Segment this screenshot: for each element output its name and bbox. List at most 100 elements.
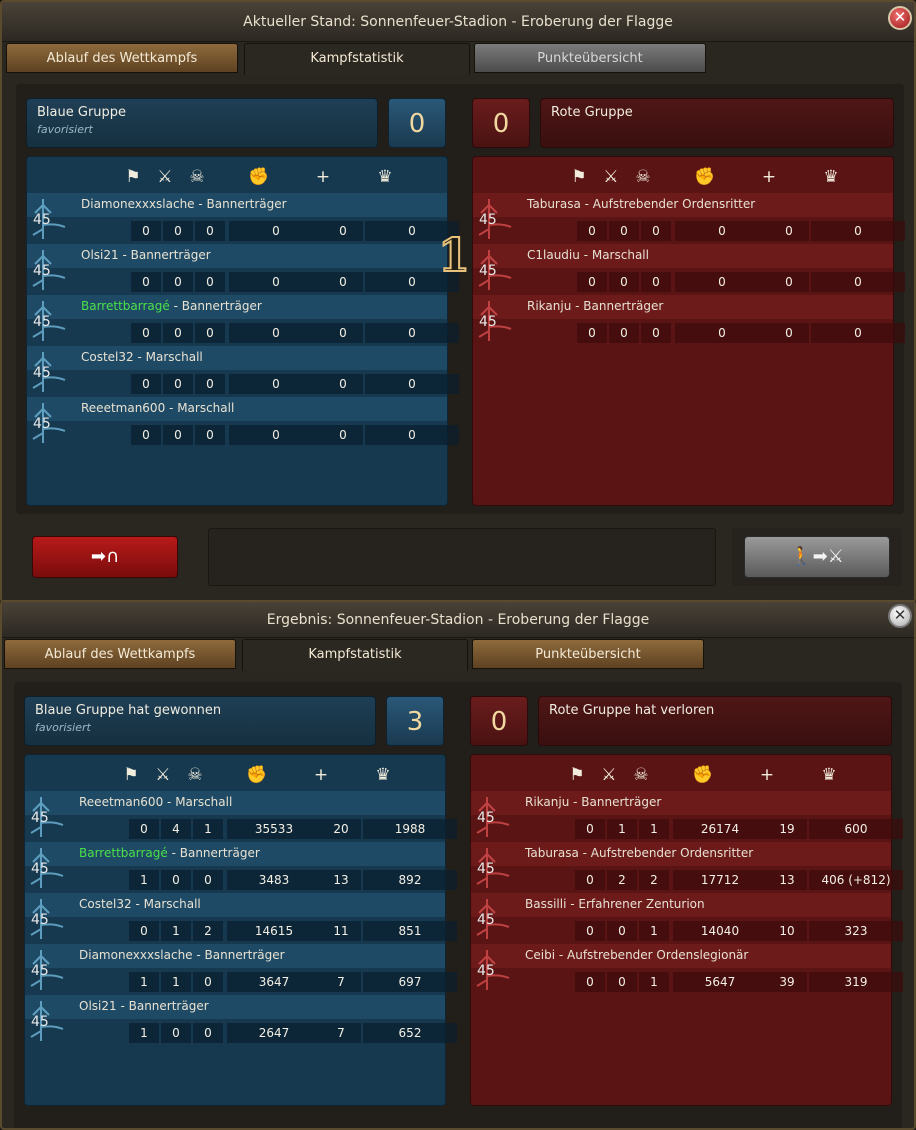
stat-damage: 14040 (673, 921, 767, 941)
stat-damage: 2647 (227, 1023, 321, 1043)
player-name[interactable]: Taburasa (527, 197, 581, 211)
stat-heals: 7 (321, 972, 361, 992)
team-score: 3 (386, 696, 444, 746)
player-stats-bar: 000000 (27, 422, 459, 448)
close-icon[interactable]: ✕ (888, 6, 912, 30)
stat-score: 0 (811, 221, 905, 241)
crossed-swords-icon: ⚔ (603, 167, 619, 187)
player-name-line: Taburasa - Aufstrebender Ordensritter (525, 846, 753, 860)
player-stats-bar: 000000 (27, 218, 459, 244)
player-role: Bannerträger (204, 948, 285, 962)
tab-points-overview[interactable]: Punkteübersicht (474, 43, 706, 73)
plus-icon: + (759, 765, 775, 785)
player-name-line: Reeetman600 - Marschall (79, 795, 232, 809)
player-name[interactable]: Olsi21 (79, 999, 117, 1013)
stat-flags-captured: 0 (575, 870, 605, 890)
stat-kills: 1 (607, 819, 637, 839)
player-name-line: Ceibi - Aufstrebender Ordenslegionär (525, 948, 748, 962)
stat-flags-captured: 0 (131, 221, 161, 241)
stat-damage: 3483 (227, 870, 321, 890)
player-name[interactable]: Barrettbarragé (81, 299, 170, 313)
player-name[interactable]: Diamonexxxslache (81, 197, 195, 211)
round-number: 1 (437, 227, 471, 283)
player-level: 45 (33, 314, 51, 330)
crown-icon: ♛ (823, 167, 839, 187)
plus-icon: + (313, 765, 329, 785)
player-name-bar: Barrettbarragé - Bannerträger (25, 842, 445, 866)
player-name[interactable]: Bassilli (525, 897, 566, 911)
stat-score: 0 (811, 323, 905, 343)
stat-icon-row: ⚑ ⚔ ☠ ✊ + ♛ (473, 165, 893, 189)
tab-points-overview[interactable]: Punkteübersicht (472, 639, 704, 669)
stat-flags-captured: 0 (577, 323, 607, 343)
current-standing-window: Aktueller Stand: Sonnenfeuer-Stadion - E… (0, 0, 916, 603)
player-name[interactable]: Reeetman600 (79, 795, 163, 809)
tab-battle-stats[interactable]: Kampfstatistik (242, 639, 468, 671)
stat-heals: 0 (769, 221, 809, 241)
stat-icon-row: ⚑ ⚔ ☠ ✊ + ♛ (27, 165, 447, 189)
player-name[interactable]: Taburasa (525, 846, 579, 860)
red-team-header: Rote Gruppe (540, 98, 894, 148)
window-title: Ergebnis: Sonnenfeuer-Stadion - Eroberun… (2, 602, 914, 638)
skull-icon: ☠ (633, 765, 649, 785)
level-badge-icon: 45 (473, 297, 517, 345)
stat-flags-captured: 0 (575, 921, 605, 941)
stat-flags-captured: 1 (129, 870, 159, 890)
player-name[interactable]: C1laudiu (527, 248, 580, 262)
tab-flow[interactable]: Ablauf des Wettkampfs (4, 639, 236, 669)
stat-kills: 0 (161, 870, 191, 890)
player-role: Bannerträger (130, 248, 211, 262)
tab-battle-stats[interactable]: Kampfstatistik (244, 43, 470, 75)
player-name[interactable]: Ceibi (525, 948, 555, 962)
player-table: ⚑ ⚔ ☠ ✊ + ♛ Reeetman600 - Marschall 0 4 1 35533 20 1… (24, 754, 457, 1106)
player-name[interactable]: Barrettbarragé (79, 846, 168, 860)
player-level: 45 (33, 263, 51, 279)
player-role: Marschall (175, 795, 233, 809)
level-badge-icon: 45 (25, 997, 69, 1045)
player-role: Bannerträger (181, 299, 262, 313)
stat-kills: 0 (163, 374, 193, 394)
close-icon[interactable]: ✕ (888, 604, 912, 628)
player-role: Bannerträger (583, 299, 664, 313)
player-stats-bar: 000000 (27, 371, 459, 397)
player-name-bar: Reeetman600 - Marschall (27, 397, 447, 421)
player-name[interactable]: Diamonexxxslache (79, 948, 193, 962)
player-level: 45 (479, 263, 497, 279)
player-row: Costel32 - Marschall 0 0 0 0 0 0 45 (27, 346, 459, 397)
player-row: Costel32 - Marschall 0 1 2 14615 11 851 45 (25, 893, 457, 944)
crown-icon: ♛ (375, 765, 391, 785)
level-badge-icon: 45 (25, 844, 69, 892)
player-role: Aufstrebender Ordensritter (590, 846, 754, 860)
stat-deaths: 0 (641, 221, 671, 241)
stat-deaths: 0 (193, 972, 223, 992)
team-score: 0 (388, 98, 446, 148)
player-name[interactable]: Rikanju (527, 299, 571, 313)
stat-heals: 7 (321, 1023, 361, 1043)
player-row: C1laudiu - Marschall 0 0 0 0 0 0 45 (473, 244, 905, 295)
player-name[interactable]: Costel32 (81, 350, 134, 364)
player-role: Marschall (145, 350, 203, 364)
player-name[interactable]: Costel32 (79, 897, 132, 911)
stat-score: 697 (363, 972, 457, 992)
player-name[interactable]: Reeetman600 (81, 401, 165, 415)
stat-heals: 39 (767, 972, 807, 992)
tab-flow[interactable]: Ablauf des Wettkampfs (6, 43, 238, 73)
stat-score: 892 (363, 870, 457, 890)
player-name-line: Costel32 - Marschall (81, 350, 203, 364)
level-badge-icon: 45 (473, 195, 517, 243)
stat-deaths: 0 (193, 870, 223, 890)
stat-heals: 0 (323, 425, 363, 445)
enter-battle-button[interactable]: 🚶➡⚔ (744, 536, 890, 578)
stat-heals: 20 (321, 819, 361, 839)
player-name[interactable]: Rikanju (525, 795, 569, 809)
player-name[interactable]: Olsi21 (81, 248, 119, 262)
fist-icon: ✊ (694, 167, 716, 187)
player-name-bar: Barrettbarragé - Bannerträger (27, 295, 447, 319)
name-separator: - (118, 248, 131, 262)
stat-deaths: 0 (641, 323, 671, 343)
stat-heals: 19 (767, 819, 807, 839)
name-separator: - (569, 795, 582, 809)
player-name-bar: Rikanju - Bannerträger (473, 295, 893, 319)
leave-arena-button[interactable]: ➡∩ (32, 536, 178, 578)
level-badge-icon: 45 (25, 946, 69, 994)
